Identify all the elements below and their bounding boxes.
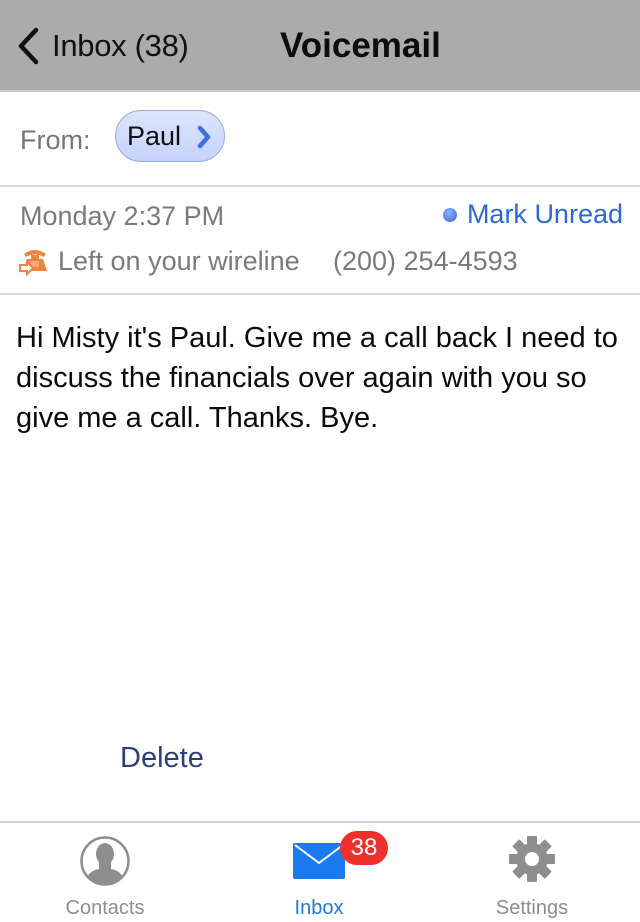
tab-settings[interactable]: Settings <box>452 823 612 922</box>
page-title: Voicemail <box>280 26 441 65</box>
mark-unread-button[interactable]: Mark Unread <box>442 199 623 230</box>
wireline-text: Left on your wireline <box>58 245 300 276</box>
mark-unread-label: Mark Unread <box>466 199 623 229</box>
voicemail-meta: Monday 2:37 PM Mark Unread Left on your … <box>0 187 640 295</box>
caller-phone-number[interactable]: (200) 254-4593 <box>333 246 518 277</box>
wireline-phone-icon <box>19 250 47 277</box>
tab-bar: Contacts Inbox 38 Settings <box>0 821 640 922</box>
delete-button[interactable]: Delete <box>120 742 204 775</box>
contact-icon <box>80 836 130 886</box>
navigation-bar: Inbox (38) Voicemail <box>0 0 640 92</box>
tab-label-contacts: Contacts <box>65 897 145 919</box>
inbox-unread-badge: 38 <box>340 831 388 865</box>
tab-label-settings: Settings <box>495 897 569 919</box>
tab-label-inbox: Inbox <box>294 897 344 919</box>
tab-contacts[interactable]: Contacts <box>25 823 185 922</box>
wireline-info: Left on your wireline <box>18 245 300 277</box>
back-label: Inbox (38) <box>52 28 189 63</box>
unread-dot-icon <box>442 207 457 222</box>
gear-icon <box>509 836 555 882</box>
voicemail-date: Monday 2:37 PM <box>20 201 225 231</box>
envelope-icon <box>293 843 345 879</box>
from-label: From: <box>20 125 91 155</box>
chevron-right-icon <box>197 125 211 149</box>
voicemail-transcript: Hi Misty it's Paul. Give me a call back … <box>16 322 618 434</box>
back-button[interactable]: Inbox (38) <box>14 24 189 68</box>
chevron-left-icon <box>18 27 39 65</box>
contact-chip[interactable]: Paul <box>115 110 225 162</box>
from-row: From: Paul <box>0 92 640 187</box>
contact-name: Paul <box>127 120 182 151</box>
